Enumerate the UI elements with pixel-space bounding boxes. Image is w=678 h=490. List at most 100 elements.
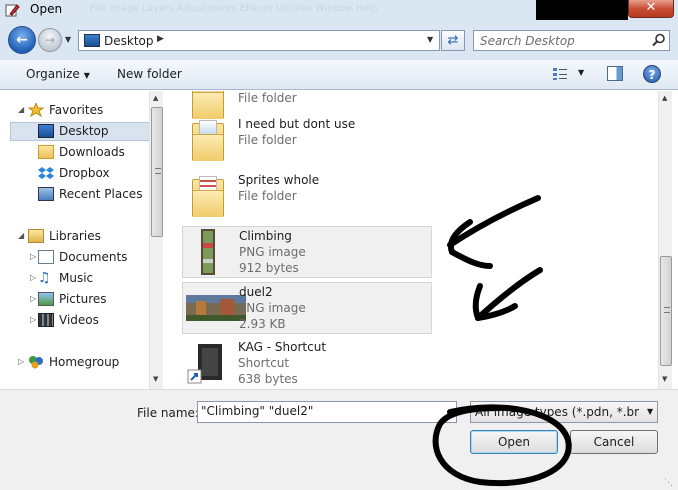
star-icon xyxy=(28,103,44,117)
scroll-down-icon[interactable]: ▼ xyxy=(153,375,158,383)
file-type: PNG image xyxy=(239,301,306,315)
documents-icon xyxy=(38,250,54,264)
file-name: KAG - Shortcut xyxy=(238,340,327,354)
list-item-selected[interactable]: Climbing PNG image 912 bytes xyxy=(182,226,432,278)
sidebar-item-label: Libraries xyxy=(49,229,101,243)
bottom-panel: File name: All image types (*.pdn, *.bmp… xyxy=(0,389,678,490)
file-name-label: File name: xyxy=(137,406,199,420)
organize-button[interactable]: Organize ▼ xyxy=(26,67,90,81)
forward-button[interactable]: → xyxy=(38,28,62,52)
list-item[interactable]: KAG - Shortcut Shortcut 638 bytes xyxy=(182,338,432,389)
sidebar-item-label: Pictures xyxy=(59,292,107,306)
expand-music-icon[interactable]: ▷ xyxy=(30,273,36,282)
resize-grip-icon[interactable]: ⋱ xyxy=(664,478,673,488)
search-icon[interactable] xyxy=(652,33,666,47)
back-button[interactable]: ← xyxy=(8,26,36,54)
file-name-input[interactable] xyxy=(201,404,451,418)
png-thumbnail-icon xyxy=(186,295,246,321)
sidebar-item-label: Recent Places xyxy=(59,187,143,201)
expand-pictures-icon[interactable]: ▷ xyxy=(30,294,36,303)
pictures-icon xyxy=(38,292,54,306)
open-dialog: Open File Image Layers Adjustments Effec… xyxy=(0,0,678,490)
desktop-icon xyxy=(84,34,100,47)
expand-documents-icon[interactable]: ▷ xyxy=(30,252,36,261)
list-item-selected[interactable]: duel2 PNG image 2.93 KB xyxy=(182,282,432,334)
back-arrow-icon: ← xyxy=(16,32,28,48)
view-options-dropdown-icon[interactable]: ▼ xyxy=(578,68,584,77)
file-name: Climbing xyxy=(239,229,292,243)
file-name: I need but dont use xyxy=(238,117,356,131)
refresh-button[interactable]: ⇄ xyxy=(441,30,465,51)
app-icon xyxy=(5,4,20,17)
file-size: 638 bytes xyxy=(238,372,298,386)
search-placeholder[interactable]: Search Desktop xyxy=(480,34,575,48)
recent-locations-dropdown[interactable]: ▼ xyxy=(65,35,71,44)
file-list: File folder I need but dont use File fol… xyxy=(168,91,658,389)
sidebar-item-label: Favorites xyxy=(49,103,104,117)
chevron-down-icon[interactable]: ▼ xyxy=(647,407,653,416)
recent-places-icon xyxy=(38,187,54,201)
navigation-pane: ◢ Favorites Desktop Downloads Dropbox Re… xyxy=(0,91,163,389)
scroll-up-icon[interactable]: ▲ xyxy=(662,94,667,102)
folder-icon xyxy=(186,117,226,163)
window-title: Open xyxy=(30,2,63,16)
close-icon: ✕ xyxy=(645,0,657,15)
list-item[interactable]: Sprites whole File folder xyxy=(182,171,432,223)
dropbox-icon xyxy=(38,167,54,179)
file-name-field[interactable] xyxy=(197,401,457,423)
folder-icon xyxy=(186,173,226,219)
nav-scroll-thumb[interactable] xyxy=(151,107,163,237)
forward-arrow-icon: → xyxy=(44,33,56,47)
nav-pane-scrollbar[interactable]: ▲ ▼ xyxy=(149,91,163,389)
expand-favorites-icon[interactable]: ◢ xyxy=(18,105,24,114)
scroll-up-icon[interactable]: ▲ xyxy=(153,94,158,102)
title-bar: Open File Image Layers Adjustments Effec… xyxy=(0,0,678,20)
cancel-button[interactable]: Cancel xyxy=(570,430,658,454)
libraries-icon xyxy=(28,229,44,243)
help-glyph: ? xyxy=(648,68,656,82)
music-note-icon: ♫ xyxy=(38,270,51,286)
desktop-icon xyxy=(38,124,54,138)
expand-videos-icon[interactable]: ▷ xyxy=(30,315,36,324)
sidebar-item-label: Videos xyxy=(59,313,99,327)
organize-label: Organize xyxy=(26,67,80,81)
open-button[interactable]: Open xyxy=(470,430,558,454)
sidebar-item-label: Desktop xyxy=(59,124,109,138)
new-folder-button[interactable]: New folder xyxy=(117,67,182,81)
expand-libraries-icon[interactable]: ◢ xyxy=(18,231,24,240)
change-view-icon[interactable] xyxy=(552,67,568,81)
file-size: 2.93 KB xyxy=(239,317,286,331)
sidebar-item-label: Documents xyxy=(59,250,128,264)
file-scroll-thumb[interactable] xyxy=(660,256,672,366)
folder-icon xyxy=(38,145,54,159)
preview-pane-icon[interactable] xyxy=(607,66,623,81)
expand-homegroup-icon[interactable]: ▷ xyxy=(18,357,24,366)
background-menu-ghost: File Image Layers Adjustments Effects Ut… xyxy=(90,4,378,14)
png-thumbnail-icon xyxy=(201,229,215,275)
command-bar: Organize ▼ New folder ▼ ? xyxy=(0,60,678,90)
chevron-right-icon[interactable]: ▶ xyxy=(157,34,164,44)
file-type: File folder xyxy=(238,189,297,203)
videos-icon xyxy=(38,313,54,327)
search-box[interactable]: Search Desktop xyxy=(473,30,670,51)
chevron-down-icon: ▼ xyxy=(83,71,90,80)
file-type-selected: All image types (*.pdn, *.bmp, *.gif, *.… xyxy=(475,405,639,419)
file-name: duel2 xyxy=(239,285,273,299)
sidebar-item-label: Downloads xyxy=(59,145,125,159)
file-type: Shortcut xyxy=(238,356,290,370)
file-type: PNG image xyxy=(239,245,306,259)
file-type: File folder xyxy=(238,133,297,147)
scroll-down-icon[interactable]: ▼ xyxy=(662,375,667,383)
homegroup-icon xyxy=(29,356,43,369)
file-list-scrollbar[interactable]: ▲ ▼ xyxy=(658,91,672,389)
file-name: Sprites whole xyxy=(238,173,320,187)
file-size: 912 bytes xyxy=(239,261,299,275)
close-button[interactable]: ✕ xyxy=(628,0,674,18)
address-dropdown-icon[interactable]: ▼ xyxy=(427,35,433,44)
sidebar-item-label: Homegroup xyxy=(49,355,120,369)
address-bar[interactable]: Desktop ▶ ▼ xyxy=(78,30,440,51)
list-item[interactable]: I need but dont use File folder xyxy=(182,115,432,167)
help-icon[interactable]: ? xyxy=(643,65,661,83)
file-type-select[interactable]: All image types (*.pdn, *.bmp, *.gif, *.… xyxy=(470,401,658,423)
address-location[interactable]: Desktop xyxy=(104,34,154,48)
